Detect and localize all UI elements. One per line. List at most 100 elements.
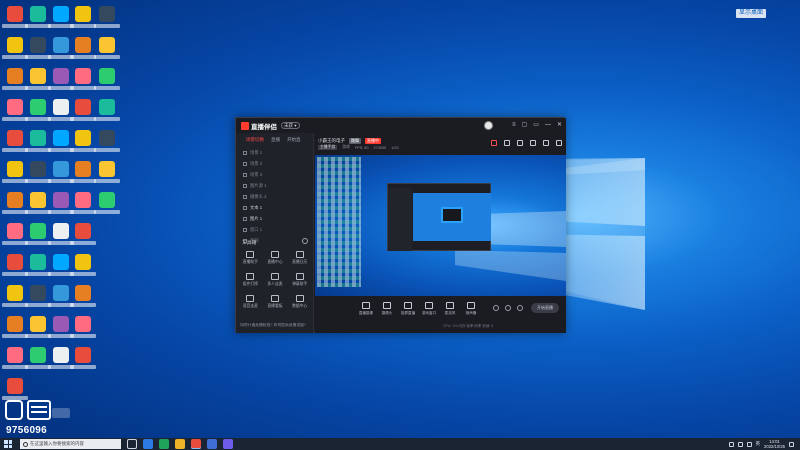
desktop-shortcut[interactable] [25,161,51,183]
desktop-shortcut[interactable] [70,6,96,28]
scene-item[interactable]: 摄像头 2 [240,191,310,202]
start-live-button[interactable]: 开始直播 [531,303,559,313]
show-desktop-badge[interactable]: 显示桌面 [735,9,766,18]
scene-item[interactable]: 图片 1 [240,213,310,224]
toolbox-item[interactable]: 语音连麦 [238,295,263,309]
desktop-shortcut[interactable] [2,161,28,183]
desktop-shortcut[interactable] [25,37,51,59]
desktop-shortcut[interactable] [70,192,96,214]
desktop-shortcut[interactable] [25,68,51,90]
app-blue-icon[interactable] [207,439,217,449]
desktop-shortcut[interactable] [48,192,74,214]
scene-visibility-icon[interactable] [243,216,247,221]
desktop-shortcut[interactable] [2,347,28,369]
bottom-tool[interactable]: 麦克风 [443,302,457,316]
skin-icon[interactable]: ▢ [522,121,528,129]
desktop-shortcut[interactable] [70,316,96,338]
bottom-tool[interactable]: 游戏窗口 [422,302,436,316]
notification-icon[interactable] [543,140,549,146]
desktop-shortcut[interactable] [48,99,74,121]
scene-visibility-icon[interactable] [243,227,247,232]
desktop-shortcut[interactable] [2,254,28,276]
clock[interactable]: 14:01 2022/10/25 [764,439,785,449]
desktop-shortcut[interactable] [2,68,28,90]
desktop-shortcut[interactable] [70,99,96,121]
record-icon[interactable] [493,305,499,311]
desktop-shortcut[interactable] [48,68,74,90]
desktop-shortcut[interactable] [70,37,96,59]
scene-visibility-icon[interactable] [243,161,247,166]
bottom-tool[interactable]: 投屏直播 [401,302,415,316]
ime-indicator[interactable]: 英 [756,441,761,447]
start-button[interactable] [4,440,12,448]
desktop-shortcut[interactable] [2,130,28,152]
desktop-shortcut[interactable] [94,68,120,90]
desktop-shortcut[interactable] [48,6,74,28]
gift-icon[interactable] [491,140,497,146]
scene-item[interactable]: 图片源 1 [240,180,310,191]
desktop-shortcut[interactable] [94,161,120,183]
scene-visibility-icon[interactable] [243,150,247,155]
scene-item[interactable]: 场景 2 [240,158,310,169]
desktop-shortcut[interactable] [2,192,28,214]
desktop-shortcut[interactable] [2,37,28,59]
app-purple-icon[interactable] [223,439,233,449]
tray-expand-icon[interactable] [728,441,734,447]
network-icon[interactable] [737,441,743,447]
desktop-shortcut[interactable] [70,223,96,245]
scene-item[interactable]: 场景 1 [240,147,310,158]
desktop-shortcut[interactable] [48,130,74,152]
desktop-shortcut[interactable] [25,192,51,214]
scene-visibility-icon[interactable] [243,183,247,188]
desktop-shortcut[interactable] [2,378,28,400]
desktop-shortcut[interactable] [25,99,51,121]
desktop-shortcut[interactable] [25,347,51,369]
taskbar-search[interactable]: 在这里输入你要搜索的内容 [20,439,121,449]
desktop-shortcut[interactable] [94,6,120,28]
avatar[interactable] [484,121,493,130]
desktop-shortcut[interactable] [48,347,74,369]
share-icon[interactable] [556,140,562,146]
bottom-tool[interactable]: 扬声器 [464,302,478,316]
desktop-shortcut[interactable] [48,161,74,183]
toolbox-item[interactable]: 直播日历 [287,251,312,265]
desktop-shortcut[interactable] [2,6,28,28]
app-titlebar[interactable]: 直播伴侣 未获 ▾ ≡ ▢ ▭ — ✕ [236,118,566,133]
desktop-shortcut[interactable] [25,285,51,307]
bottom-tool[interactable]: 直播摄像 [359,302,373,316]
scene-item[interactable]: 窗口 1 [240,224,310,235]
desktop-shortcut[interactable] [94,192,120,214]
desktop-shortcut[interactable] [94,37,120,59]
desktop-shortcut[interactable] [70,161,96,183]
toolbox-settings-icon[interactable] [302,238,308,244]
app-green-icon[interactable] [159,439,169,449]
desktop-shortcut[interactable] [70,285,96,307]
menu-icon[interactable]: ≡ [512,121,516,129]
file-explorer-icon[interactable] [175,439,185,449]
desktop-shortcut[interactable] [25,254,51,276]
desktop-shortcut[interactable] [94,99,120,121]
desktop-shortcut[interactable] [48,285,74,307]
edge-icon[interactable] [143,439,153,449]
toolbox-item[interactable]: 直播看板 [263,295,288,309]
desktop-shortcut[interactable] [25,316,51,338]
tab-start[interactable]: 开始直 [287,137,301,144]
close-icon[interactable]: ✕ [557,121,562,129]
scene-item[interactable]: 文本 1 [240,202,310,213]
toolbox-item[interactable]: 多人连麦 [263,273,288,287]
toolbox-item[interactable]: 组件打榜 [238,273,263,287]
desktop-shortcut[interactable] [2,285,28,307]
sidebar-footer-tip[interactable]: 如何开通直播权限? 如何提高直播流量? [240,323,312,331]
version-badge[interactable]: 未获 ▾ [281,122,300,129]
tab-live[interactable]: 直播 [271,137,280,144]
toolbox-item[interactable]: 直播助手 [238,251,263,265]
scene-visibility-icon[interactable] [243,172,247,177]
desktop-shortcut[interactable] [48,316,74,338]
desktop-shortcut[interactable] [25,130,51,152]
message-icon[interactable] [530,140,536,146]
desktop-shortcut[interactable] [48,223,74,245]
scene-item[interactable]: 场景 3 [240,169,310,180]
desktop-shortcut[interactable] [48,37,74,59]
category-badge[interactable]: 主播手游 [318,145,338,150]
toolbox-item[interactable]: 数据中心 [287,295,312,309]
